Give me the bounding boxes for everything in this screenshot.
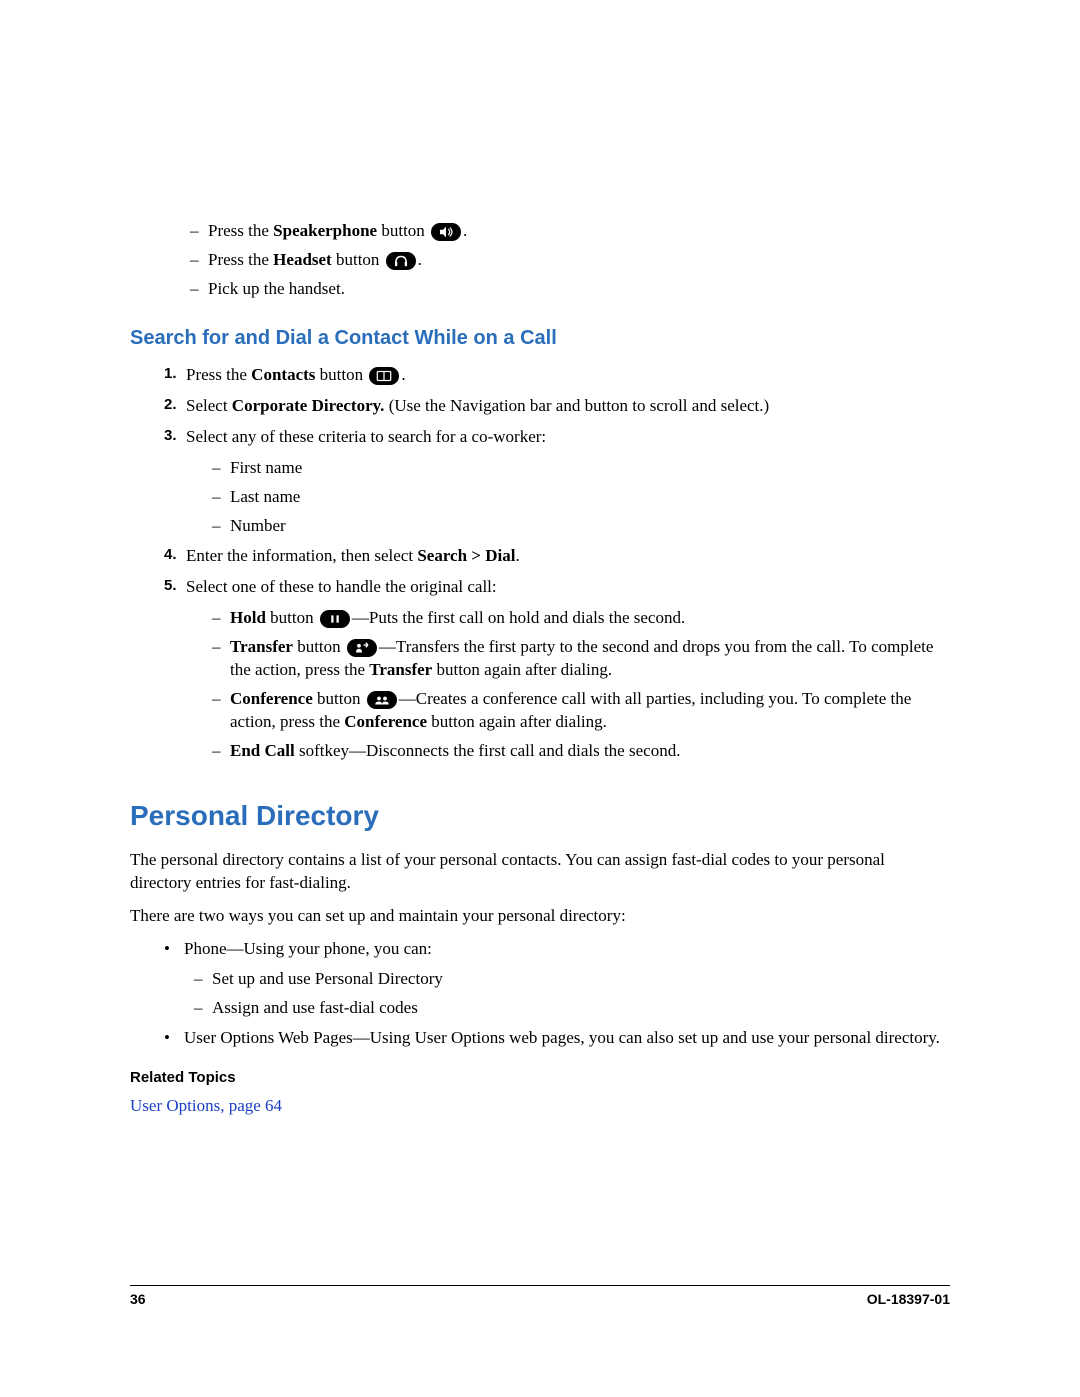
text: button [293, 637, 345, 656]
text-bold: Headset [273, 250, 332, 269]
hold-icon [320, 610, 350, 628]
item-speakerphone: Press the Speakerphone button . [190, 220, 950, 243]
headset-icon [386, 252, 416, 270]
option-hold: Hold button —Puts the first call on hold… [212, 607, 950, 630]
option-conference: Conference button —Creates a conference … [212, 688, 950, 734]
step-2: Select Corporate Directory. (Use the Nav… [164, 395, 950, 418]
text-bold: Search > Dial [417, 546, 515, 565]
phone-sub-b: Assign and use fast-dial codes [194, 997, 950, 1020]
transfer-icon [347, 639, 377, 657]
text: button [332, 250, 384, 269]
period: . [463, 221, 467, 240]
item-headset: Press the Headset button . [190, 249, 950, 272]
intro-dash-list: Press the Speakerphone button . Press th… [190, 220, 950, 301]
period: . [401, 365, 405, 384]
user-options-link[interactable]: User Options, page 64 [130, 1096, 282, 1115]
text: button again after dialing. [432, 660, 612, 679]
text: button again after dialing. [427, 712, 607, 731]
text-bold: Speakerphone [273, 221, 377, 240]
text: —Puts the first call on hold and dials t… [352, 608, 685, 627]
speaker-icon [431, 223, 461, 241]
text: softkey—Disconnects the first call and d… [295, 741, 681, 760]
document-page: Press the Speakerphone button . Press th… [0, 0, 1080, 1397]
period: . [418, 250, 422, 269]
personal-p2: There are two ways you can set up and ma… [130, 905, 950, 928]
ways-list: Phone—Using your phone, you can: Set up … [164, 938, 950, 1051]
search-section-heading: Search for and Dial a Contact While on a… [130, 325, 950, 352]
related-link-row: User Options, page 64 [130, 1095, 950, 1118]
text: button [313, 689, 365, 708]
text-bold: Conference [344, 712, 427, 731]
criteria-lastname: Last name [212, 486, 950, 509]
text: button [377, 221, 429, 240]
way-phone: Phone—Using your phone, you can: Set up … [164, 938, 950, 1021]
criteria-number: Number [212, 515, 950, 538]
conference-icon [367, 691, 397, 709]
search-steps-list: Press the Contacts button . Select Corpo… [164, 364, 950, 763]
option-transfer: Transfer button —Transfers the first par… [212, 636, 950, 682]
text: Select [186, 396, 232, 415]
handle-call-list: Hold button —Puts the first call on hold… [212, 607, 950, 763]
text: Phone—Using your phone, you can: [184, 939, 432, 958]
text: Select any of these criteria to search f… [186, 427, 546, 446]
doc-id: OL-18397-01 [867, 1290, 950, 1309]
criteria-firstname: First name [212, 457, 950, 480]
phone-sub-a: Set up and use Personal Directory [194, 968, 950, 991]
item-handset: Pick up the handset. [190, 278, 950, 301]
text-bold: Transfer [369, 660, 432, 679]
text-bold: Conference [230, 689, 313, 708]
text: Press the [186, 365, 251, 384]
text: Enter the information, then select [186, 546, 417, 565]
phone-sublist: Set up and use Personal Directory Assign… [194, 968, 950, 1020]
step-4: Enter the information, then select Searc… [164, 545, 950, 568]
personal-directory-heading: Personal Directory [130, 797, 950, 835]
text: Press the [208, 250, 273, 269]
way-web: User Options Web Pages—Using User Option… [164, 1027, 950, 1050]
text-bold: Hold [230, 608, 266, 627]
step-5: Select one of these to handle the origin… [164, 576, 950, 763]
step-3: Select any of these criteria to search f… [164, 426, 950, 538]
step-1: Press the Contacts button . [164, 364, 950, 387]
text-bold: End Call [230, 741, 295, 760]
text: button [266, 608, 318, 627]
text-bold: Contacts [251, 365, 315, 384]
contacts-icon [369, 367, 399, 385]
text-bold: Corporate Directory. [232, 396, 385, 415]
page-number: 36 [130, 1290, 146, 1309]
personal-p1: The personal directory contains a list o… [130, 849, 950, 895]
text: Select one of these to handle the origin… [186, 577, 497, 596]
text: button [315, 365, 367, 384]
text: . [515, 546, 519, 565]
text-bold: Transfer [230, 637, 293, 656]
criteria-list: First name Last name Number [212, 457, 950, 538]
text: Press the [208, 221, 273, 240]
related-topics-heading: Related Topics [130, 1068, 950, 1088]
text: (Use the Navigation bar and button to sc… [384, 396, 769, 415]
option-endcall: End Call softkey—Disconnects the first c… [212, 740, 950, 763]
page-footer: 36 OL-18397-01 [130, 1285, 950, 1309]
